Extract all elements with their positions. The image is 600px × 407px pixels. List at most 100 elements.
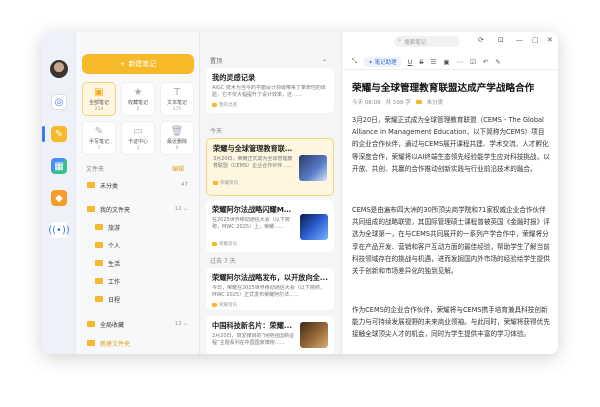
list-item[interactable]: 中国科技新名片：荣耀... 2月20日，衰爱媒目的“网络强国新征程”主题系列在中… [206, 316, 334, 354]
folder-icon [95, 242, 103, 248]
note-snippet: 在2025世界移动通信大会（以下简称，MWC 2025）上，荣耀…… [212, 217, 290, 230]
folder-panel: + 新建笔记 ▣ 全部笔记 214 ★ 收藏笔记 2 T 文本笔记 175 ✎ 手写笔记 7 ▭… [76, 32, 200, 354]
folder-sub-1[interactable]: 旅游 [82, 220, 194, 234]
notes-window: ◎ ✎ ▦ ◆ ((•)) + 新建笔记 ▣ 全部笔记 214 ★ 收藏笔记 2 T 文本… [42, 32, 558, 354]
avatar[interactable] [50, 60, 68, 78]
today-label: 今天 [210, 128, 223, 135]
folder-label: 日程 [108, 296, 121, 304]
sync-icon[interactable]: ⟳ [478, 36, 484, 44]
folder-count-value: 12 [174, 206, 182, 212]
collapse-icon[interactable]: ⤡ [352, 57, 357, 66]
note-tag-label: 荣耀资讯 [219, 303, 237, 308]
card-icon: ▭ [133, 125, 143, 137]
category-label: 手写笔记 [88, 138, 109, 145]
category-count: 7 [97, 145, 101, 151]
star-icon: ★ [133, 86, 143, 98]
list-item[interactable]: 荣耀阿尔法战略闪耀MWC... 在2025世界移动通信大会（以下简称，MWC 2… [206, 200, 334, 252]
folders-edit-button[interactable]: 编辑 [172, 164, 184, 173]
category-recently-deleted[interactable]: 🗑 最近删除 0 [160, 121, 194, 155]
note-assistant-label: 笔记助理 [374, 59, 397, 66]
folder-global-fav[interactable]: 全局收藏 12 ⌄ [82, 317, 194, 331]
category-label: 文本笔记 [166, 99, 187, 106]
undo-icon[interactable]: ↶ [483, 58, 488, 66]
category-label: 收藏笔记 [127, 99, 148, 106]
note-snippet: 2月20日，衰爱媒目的“网络强国新征程”主题系列在中国国家博物…… [212, 333, 295, 346]
trash-icon: 🗑 [170, 125, 184, 137]
search-placeholder: 搜索笔记 [404, 39, 427, 46]
folder-icon: ▣ [94, 86, 104, 98]
more-icon[interactable]: ⋯ [456, 58, 463, 66]
category-label: 全部笔记 [88, 99, 109, 106]
paragraph[interactable]: CEMS是由遍布四大洲的30所顶尖商学院和71家权威企业合作伙伴共同组成的战略联… [352, 204, 550, 277]
folder-uncategorized[interactable]: 未分类 47 [82, 178, 194, 192]
rail-selection-indicator [42, 126, 45, 142]
folder-label: 生活 [108, 260, 121, 268]
note-assistant-button[interactable]: ✦ 笔记助理 [364, 56, 401, 67]
folders-section-label: 文件夹 [86, 166, 105, 173]
editor-panel: ⌕ 搜索笔记 ⟳ ⊡ — ▢ ✕ ⤡ ✦ 笔记助理 U S ☰ ▣ ⋯ ☑ ↶ ✎… [342, 32, 558, 354]
folder-label: 我的文件夹 [100, 206, 131, 214]
new-note-label: 新建笔记 [128, 60, 157, 68]
underline-icon[interactable]: U [408, 58, 413, 66]
collapse-chevron-icon[interactable]: ⌄ [322, 56, 327, 63]
folder-label: 个人 [108, 242, 121, 250]
folder-sub-2[interactable]: 个人 [82, 238, 194, 252]
folder-icon [87, 206, 95, 212]
note-title[interactable]: 荣耀与全球管理教育联盟达成产学战略合作 [352, 80, 552, 94]
plus-icon: + [119, 60, 126, 68]
app-icon-multi[interactable]: ▦ [51, 158, 67, 174]
category-label: 卡证中心 [127, 138, 148, 145]
note-thumbnail [299, 155, 327, 181]
note-tag: 荣耀资讯 [212, 302, 328, 308]
maximize-icon[interactable]: ▢ [532, 36, 539, 44]
category-handwritten[interactable]: ✎ 手写笔记 7 [82, 121, 116, 155]
new-note-button[interactable]: + 新建笔记 [82, 54, 194, 74]
category-cards[interactable]: ▭ 卡证中心 1 [121, 121, 155, 155]
category-count: 1 [136, 145, 140, 151]
minimize-icon[interactable]: — [516, 36, 523, 44]
strikethrough-icon[interactable]: S [419, 58, 423, 66]
app-rail: ◎ ✎ ▦ ◆ ((•)) [42, 32, 76, 354]
list-item[interactable]: 荣耀阿尔法战略发布，以开放向全... 今日，荣耀在2025世界移动通信大会（以下… [206, 268, 334, 310]
category-favorites[interactable]: ★ 收藏笔记 2 [121, 82, 155, 116]
folder-sub-5[interactable]: 日程 [82, 292, 194, 306]
note-snippet: AIGC 技术为当今的平面设计领域带来了革命性的体验，它不仅大幅提升了设计效率，… [212, 85, 326, 98]
category-count: 0 [175, 145, 179, 151]
folder-icon [95, 278, 103, 284]
folder-label: 工作 [108, 278, 121, 286]
paragraph[interactable]: 作为CEMS的企业合作伙伴，荣耀将与CEMS携手培育兼具科技创新能力与可持续发展… [352, 304, 550, 341]
list-item[interactable]: 我的灵感记录 AIGC 技术为当今的平面设计领域带来了革命性的体验，它不仅大幅提… [206, 68, 334, 113]
broadcast-icon[interactable]: ((•)) [48, 222, 70, 238]
folder-icon [87, 321, 95, 327]
list-icon[interactable]: ☰ [430, 58, 436, 66]
folder-sub-4[interactable]: 工作 [82, 274, 194, 288]
image-icon[interactable]: ▣ [443, 58, 449, 66]
note-snippet: 3月20日，荣耀正式成为全球管理教育联盟（CEMS）企业合作伙伴…… [213, 156, 293, 169]
search-input[interactable]: ⌕ 搜索笔记 [394, 36, 460, 47]
edit-icon[interactable]: ✎ [495, 58, 500, 66]
note-word-count: 共 599 字 [385, 100, 411, 106]
app-icon-blue[interactable]: ◎ [51, 94, 67, 110]
note-title: 我的灵感记录 [212, 73, 256, 82]
paragraph[interactable]: 3月20日，荣耀正式成为全球管理教育联盟（CEMS - The Global A… [352, 114, 550, 175]
note-tag-label: 荣耀资讯 [220, 181, 238, 186]
folder-count: 47 [181, 182, 188, 188]
notes-icon[interactable]: ✎ [51, 126, 67, 142]
note-folder[interactable]: 未分类 [427, 98, 444, 106]
list-item[interactable]: 荣耀与全球管理教育联盟达... 3月20日，荣耀正式成为全球管理教育联盟（CEM… [206, 138, 334, 196]
note-title: 荣耀与全球管理教育联盟达... [213, 144, 295, 153]
text-icon: T [173, 86, 181, 98]
category-all-notes[interactable]: ▣ 全部笔记 214 [82, 82, 116, 116]
folder-my-folders[interactable]: 我的文件夹 12 ⌄ [82, 202, 194, 216]
new-folder-button[interactable]: 新建文件夹 [82, 336, 194, 350]
app-icon-orange[interactable]: ◆ [51, 190, 67, 206]
category-grid: ▣ 全部笔记 214 ★ 收藏笔记 2 T 文本笔记 175 ✎ 手写笔记 7 ▭ 卡证中心 1 🗑… [82, 82, 194, 155]
pinned-label: 置顶 [210, 58, 223, 65]
checklist-icon[interactable]: ☑ [470, 58, 476, 66]
pin-icon[interactable]: ⊡ [498, 36, 504, 44]
category-text-notes[interactable]: T 文本笔记 175 [160, 82, 194, 116]
folder-icon [95, 224, 103, 230]
note-tag-label: 荣耀资讯 [219, 242, 237, 247]
folder-sub-3[interactable]: 生活 [82, 256, 194, 270]
close-icon[interactable]: ✕ [547, 36, 553, 44]
